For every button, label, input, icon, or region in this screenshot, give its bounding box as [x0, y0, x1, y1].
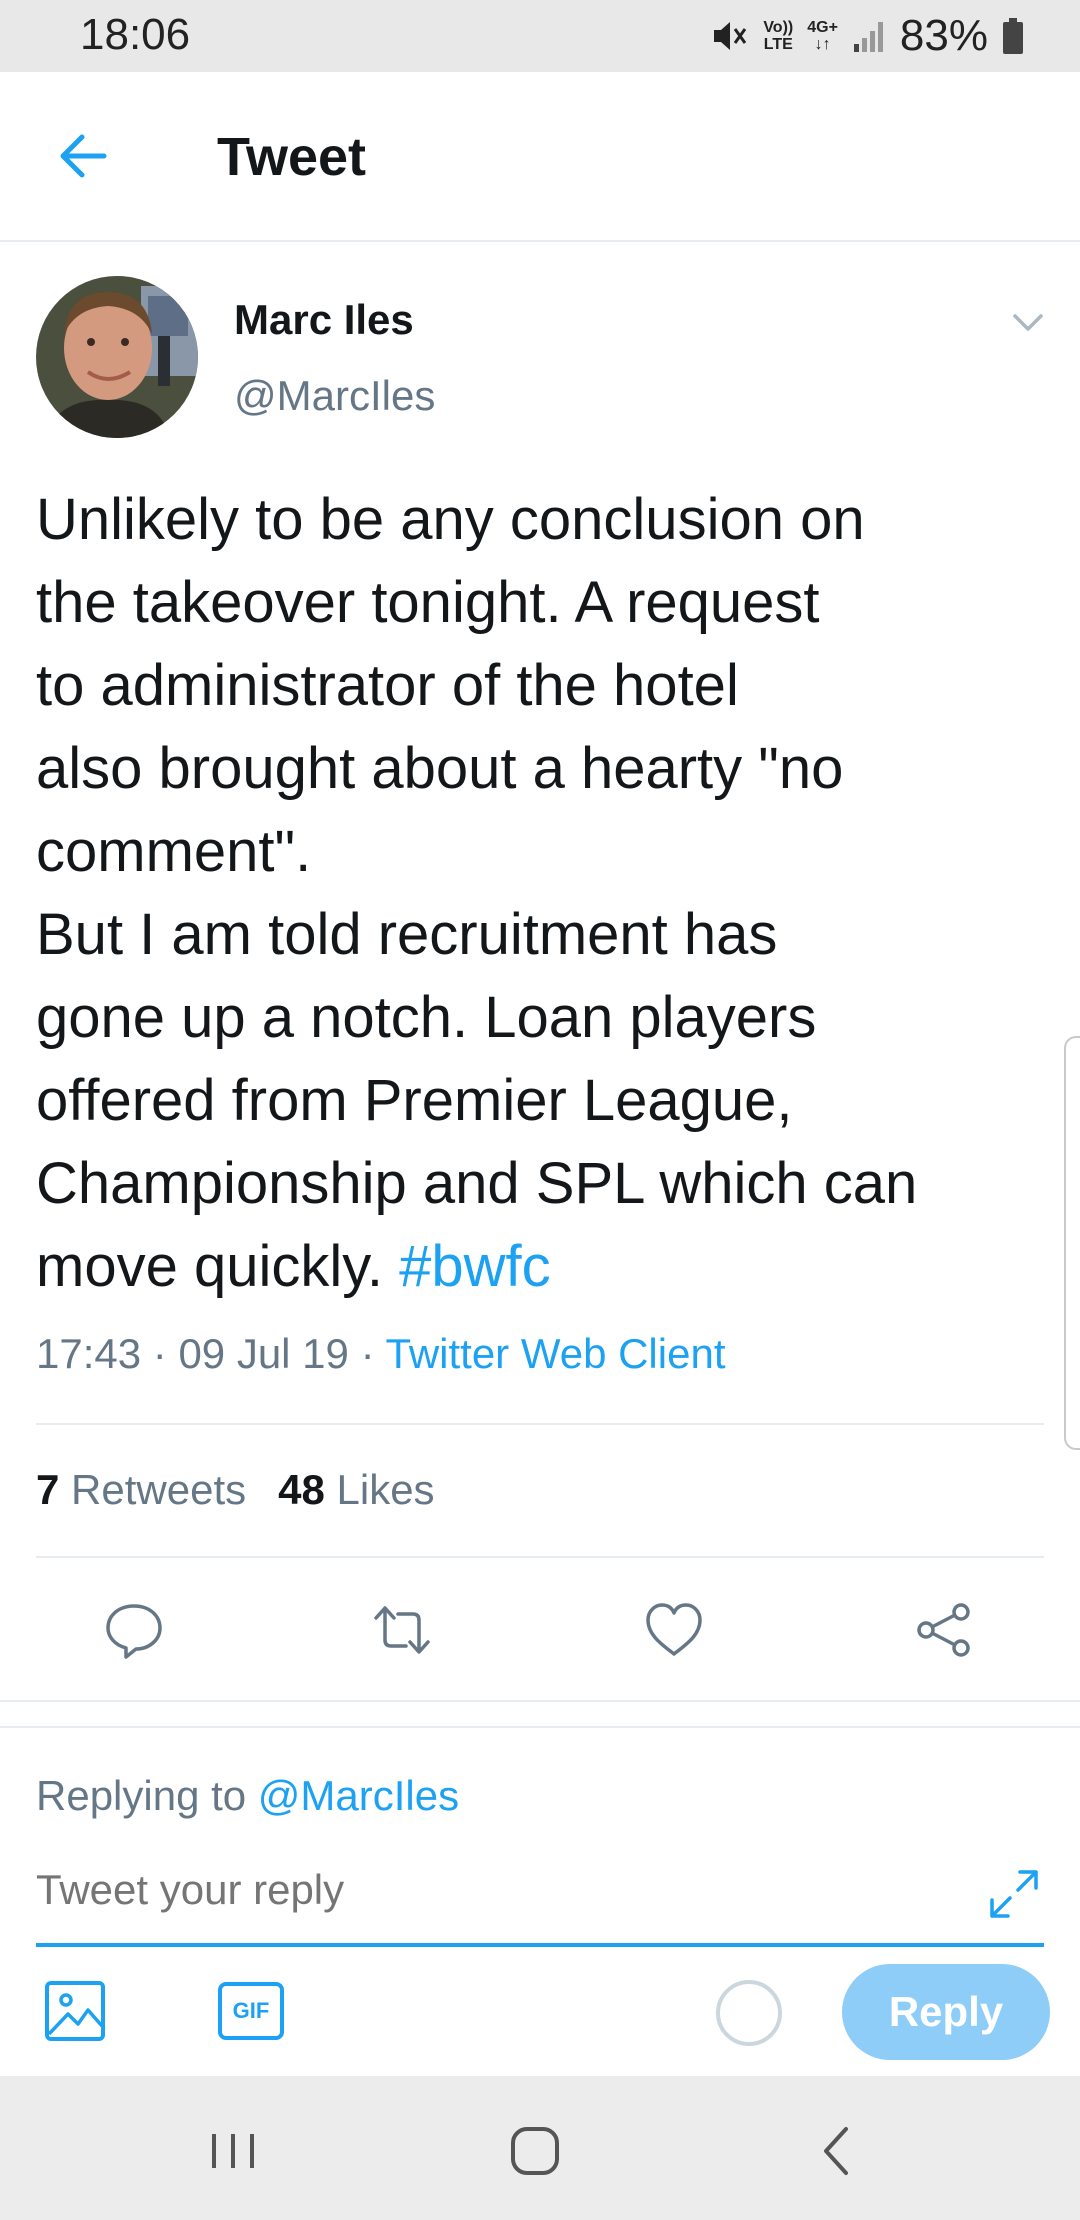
retweets-label: Retweets	[71, 1466, 247, 1513]
image-icon[interactable]	[44, 1980, 106, 2042]
likes-stat[interactable]: 48 Likes	[278, 1466, 434, 1513]
page-title: Tweet	[217, 127, 367, 187]
retweet-icon[interactable]	[372, 1600, 432, 1660]
tweet-date: 09 Jul 19	[178, 1330, 349, 1377]
reply-icon[interactable]	[104, 1600, 164, 1660]
signal-icon	[853, 22, 883, 52]
volte-icon: Vo)) LTE	[763, 19, 794, 53]
top-app-bar: Tweet	[0, 72, 1080, 242]
retweets-count: 7	[36, 1466, 60, 1513]
divider	[0, 1700, 1080, 1702]
tweet-text-line: Unlikely to be any conclusion on	[36, 487, 865, 552]
retweets-stat[interactable]: 7 Retweets	[36, 1466, 246, 1513]
replying-to: Replying to @MarcIles	[36, 1772, 459, 1820]
divider	[0, 1726, 1080, 1728]
gif-label: GIF	[232, 1998, 270, 2023]
meta-separator: ·	[141, 1330, 179, 1377]
likes-count: 48	[278, 1466, 325, 1513]
reply-button[interactable]: Reply	[842, 1964, 1050, 2060]
status-bar: 18:06 Vo)) LTE 4G+ ↓↑ 83%	[0, 0, 1080, 72]
mute-icon	[714, 22, 747, 50]
divider	[36, 1556, 1044, 1558]
arrow-left-icon[interactable]	[52, 124, 116, 188]
4g-plus-icon: 4G+ ↓↑	[807, 19, 838, 53]
tweet-text-line: also brought about a hearty "no	[36, 736, 844, 801]
expand-icon[interactable]	[986, 1866, 1042, 1922]
tweet-text-line: Championship and SPL which can	[36, 1151, 918, 1216]
tweet-text-line: comment".	[36, 819, 312, 884]
avatar[interactable]	[36, 276, 198, 438]
gif-button[interactable]: GIF	[218, 1982, 284, 2040]
chevron-down-icon[interactable]	[1010, 304, 1046, 340]
status-time: 18:06	[80, 10, 191, 59]
client-link[interactable]: Twitter Web Client	[385, 1330, 725, 1377]
battery-icon	[1003, 18, 1023, 54]
author-name[interactable]: Marc Iles	[234, 296, 414, 344]
meta-separator: ·	[348, 1330, 386, 1377]
tweet-text-line: to administrator of the hotel	[36, 653, 739, 718]
tweet-meta: 17:43 · 09 Jul 19 · Twitter Web Client	[36, 1330, 725, 1378]
tweet-text-line: gone up a notch. Loan players	[36, 985, 817, 1050]
back-nav-icon[interactable]	[802, 2116, 872, 2186]
tweet-stats: 7 Retweets 48 Likes	[36, 1466, 435, 1514]
tweet-text-line: offered from Premier League,	[36, 1068, 793, 1133]
author-handle[interactable]: @MarcIles	[234, 372, 435, 420]
reply-input-underline	[36, 1943, 1044, 1947]
reply-input[interactable]	[36, 1866, 936, 1914]
like-icon[interactable]	[644, 1600, 704, 1660]
tweet-text-line: the takeover tonight. A request	[36, 570, 820, 635]
likes-label: Likes	[336, 1466, 435, 1513]
scrollbar[interactable]	[1064, 1036, 1080, 1450]
character-counter	[716, 1980, 782, 2046]
home-icon[interactable]	[500, 2116, 570, 2186]
status-icons: Vo)) LTE 4G+ ↓↑ 83%	[709, 11, 1024, 60]
share-icon[interactable]	[914, 1600, 974, 1660]
replying-label: Replying to	[36, 1772, 247, 1819]
navigation-bar	[0, 2076, 1080, 2220]
replying-handle[interactable]: @MarcIles	[258, 1772, 459, 1819]
tweet-text-line: But I am told recruitment has	[36, 902, 778, 967]
tweet-text-last-line: move quickly. #bwfc	[36, 1225, 1046, 1308]
tweet-text-line: move quickly.	[36, 1234, 400, 1299]
tweet-time: 17:43	[36, 1330, 142, 1377]
battery-level: 83%	[899, 11, 988, 60]
tweet-text: Unlikely to be any conclusion on the tak…	[36, 478, 1046, 1308]
recent-apps-icon[interactable]	[198, 2116, 268, 2186]
hashtag-link[interactable]: #bwfc	[399, 1234, 551, 1299]
divider	[36, 1423, 1044, 1425]
